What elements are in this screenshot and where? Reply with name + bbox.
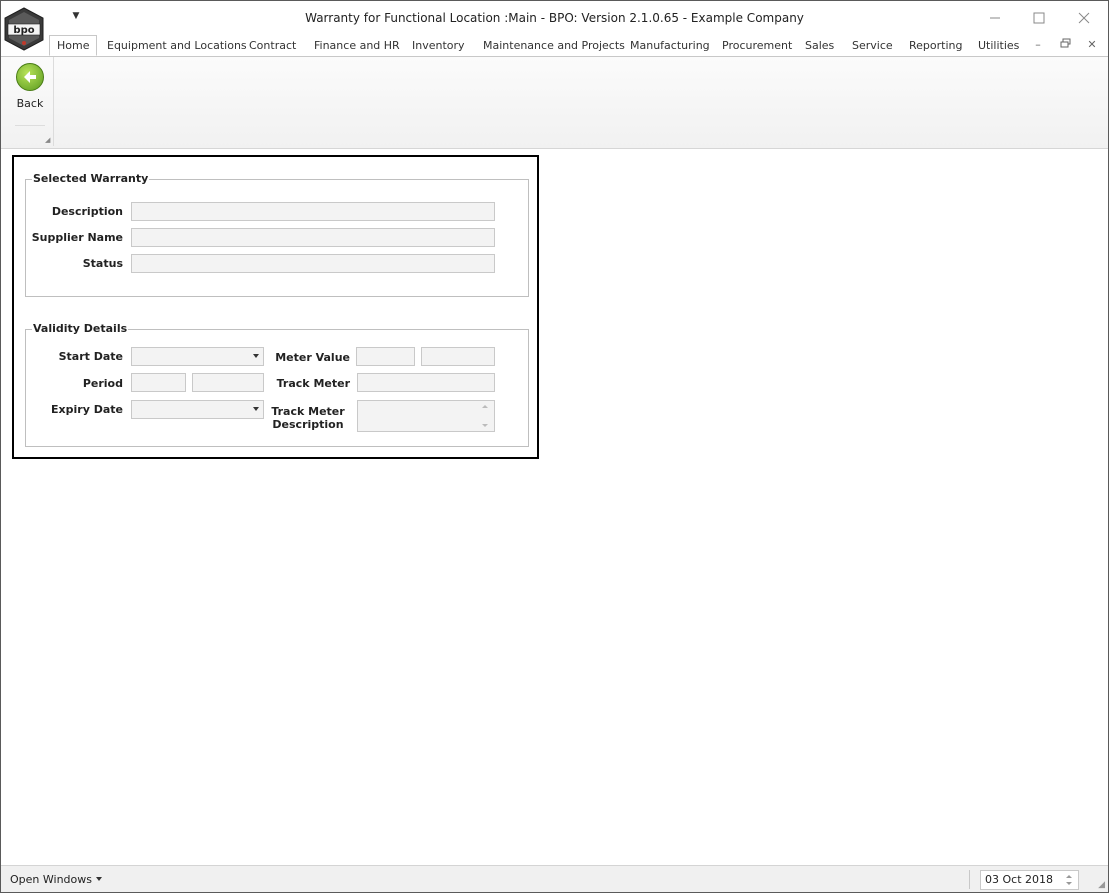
maximize-button[interactable] bbox=[1024, 7, 1054, 29]
ribbon-tab-bar: Home Equipment and Locations Contract Fi… bbox=[1, 35, 1108, 57]
start-date-picker[interactable] bbox=[131, 347, 264, 366]
track-meter-description-label: Track Meter Description bbox=[266, 405, 350, 431]
track-meter-description-label-line2: Description bbox=[272, 418, 344, 431]
status-bar: Open Windows 03 Oct 2018 ◢ bbox=[1, 865, 1108, 892]
status-divider bbox=[969, 870, 970, 889]
period-field[interactable] bbox=[131, 373, 186, 392]
maximize-icon bbox=[1033, 12, 1045, 24]
scroll-up-icon[interactable] bbox=[482, 405, 488, 408]
tab-home[interactable]: Home bbox=[49, 35, 98, 56]
tab-finance-and-hr[interactable]: Finance and HR bbox=[314, 35, 400, 56]
open-windows-label: Open Windows bbox=[10, 873, 92, 886]
chevron-down-icon[interactable] bbox=[253, 407, 259, 411]
title-bar: bpo ▼ Warranty for Functional Location :… bbox=[1, 1, 1108, 51]
open-windows-button[interactable]: Open Windows bbox=[10, 873, 102, 886]
back-arrow-icon bbox=[16, 63, 44, 91]
expiry-date-picker[interactable] bbox=[131, 400, 264, 419]
status-field[interactable] bbox=[131, 254, 495, 273]
selected-warranty-group: Selected Warranty Description Supplier N… bbox=[25, 172, 529, 297]
chevron-down-icon[interactable] bbox=[253, 354, 259, 358]
mdi-minimize-icon[interactable]: – bbox=[1031, 38, 1045, 52]
chevron-down-icon bbox=[95, 877, 102, 881]
tab-reporting[interactable]: Reporting bbox=[909, 35, 962, 56]
description-label: Description bbox=[51, 205, 123, 218]
tab-contract[interactable]: Contract bbox=[249, 35, 296, 56]
description-field[interactable] bbox=[131, 202, 495, 221]
tab-service[interactable]: Service bbox=[852, 35, 893, 56]
meter-value-label: Meter Value bbox=[275, 351, 350, 364]
date-spinner[interactable]: 03 Oct 2018 bbox=[980, 870, 1079, 890]
period-unit-field[interactable] bbox=[192, 373, 264, 392]
spin-down-icon[interactable] bbox=[1066, 882, 1072, 885]
ribbon-group-navigation: Back ◢ bbox=[5, 57, 54, 146]
tab-utilities[interactable]: Utilities bbox=[978, 35, 1019, 56]
tab-procurement[interactable]: Procurement bbox=[722, 35, 792, 56]
status-label: Status bbox=[82, 257, 123, 270]
window-title: Warranty for Functional Location :Main -… bbox=[305, 11, 804, 25]
meter-value-field[interactable] bbox=[356, 347, 415, 366]
minimize-icon bbox=[990, 17, 1000, 19]
track-meter-label: Track Meter bbox=[276, 377, 350, 390]
supplier-name-field[interactable] bbox=[131, 228, 495, 247]
mdi-restore-icon[interactable] bbox=[1058, 38, 1072, 52]
close-button[interactable] bbox=[1069, 7, 1099, 29]
tab-equipment-and-locations[interactable]: Equipment and Locations bbox=[107, 35, 247, 56]
meter-unit-field[interactable] bbox=[421, 347, 495, 366]
scroll-down-icon[interactable] bbox=[482, 424, 488, 427]
resize-grip-icon[interactable]: ◢ bbox=[1098, 880, 1105, 890]
supplier-name-label: Supplier Name bbox=[31, 231, 123, 244]
back-label: Back bbox=[16, 97, 44, 110]
track-meter-description-label-line1: Track Meter bbox=[271, 405, 345, 418]
group-expander-icon[interactable]: ◢ bbox=[45, 136, 50, 144]
ribbon-panel: Back ◢ bbox=[1, 57, 1108, 149]
tab-sales[interactable]: Sales bbox=[805, 35, 834, 56]
close-icon bbox=[1078, 12, 1090, 24]
expiry-date-label: Expiry Date bbox=[51, 403, 123, 416]
application-window: bpo ▼ Warranty for Functional Location :… bbox=[0, 0, 1109, 893]
group-divider bbox=[15, 125, 45, 126]
selected-warranty-title: Selected Warranty bbox=[32, 172, 150, 185]
tab-inventory[interactable]: Inventory bbox=[412, 35, 465, 56]
tab-manufacturing[interactable]: Manufacturing bbox=[630, 35, 710, 56]
minimize-button[interactable] bbox=[980, 7, 1010, 29]
track-meter-field[interactable] bbox=[357, 373, 495, 392]
back-button[interactable]: Back bbox=[9, 61, 51, 117]
warranty-form: Selected Warranty Description Supplier N… bbox=[12, 155, 539, 459]
tab-maintenance-and-projects[interactable]: Maintenance and Projects bbox=[483, 35, 625, 56]
period-label: Period bbox=[82, 377, 123, 390]
mdi-close-icon[interactable]: ✕ bbox=[1085, 38, 1099, 52]
bpo-logo-icon[interactable]: bpo bbox=[3, 7, 45, 51]
track-meter-description-field[interactable] bbox=[357, 400, 495, 432]
spin-up-icon[interactable] bbox=[1066, 875, 1072, 878]
start-date-label: Start Date bbox=[58, 350, 123, 363]
validity-details-title: Validity Details bbox=[32, 322, 129, 335]
validity-details-group: Validity Details Start Date Period Expir… bbox=[25, 322, 529, 447]
current-date: 03 Oct 2018 bbox=[985, 873, 1054, 886]
svg-text:bpo: bpo bbox=[13, 25, 34, 36]
